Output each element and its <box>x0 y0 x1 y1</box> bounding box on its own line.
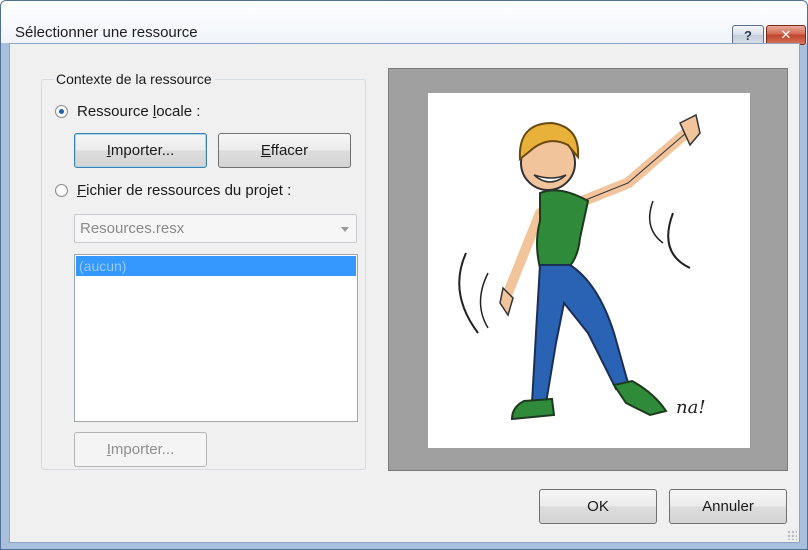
import-project-button[interactable]: Importer... <box>74 432 207 467</box>
ok-button[interactable]: OK <box>539 489 657 524</box>
resource-list[interactable]: (aucun) <box>74 254 358 422</box>
import-button-label: Importer... <box>106 142 175 159</box>
cancel-button[interactable]: Annuler <box>669 489 787 524</box>
radio-checked-icon <box>55 105 68 118</box>
cancel-button-label: Annuler <box>702 498 754 515</box>
dialog-body: Contexte de la ressource Ressource local… <box>9 43 800 543</box>
clear-button-label: Effacer <box>260 142 309 159</box>
import-project-button-label: Importer... <box>106 441 175 458</box>
project-resource-label: Fichier de ressources du projet : <box>77 182 292 199</box>
local-resource-label: Ressource locale : <box>77 103 201 120</box>
radio-unchecked-icon <box>55 184 68 197</box>
svg-text:na!: na! <box>676 397 706 418</box>
help-button[interactable]: ? <box>732 25 764 45</box>
dialog-title: Sélectionner une ressource <box>15 24 198 41</box>
import-button[interactable]: Importer... <box>74 133 207 168</box>
title-bar: Sélectionner une ressource ? ✕ <box>1 1 807 45</box>
chevron-down-icon <box>341 227 349 232</box>
ok-button-label: OK <box>587 498 609 515</box>
image-preview-frame: na! <box>388 68 788 471</box>
resource-context-label: Contexte de la ressource <box>53 71 215 87</box>
clear-button[interactable]: Effacer <box>218 133 351 168</box>
help-icon: ? <box>744 27 752 43</box>
close-button[interactable]: ✕ <box>766 25 806 45</box>
local-resource-radio[interactable]: Ressource locale : <box>55 103 200 120</box>
select-resource-dialog: Sélectionner une ressource ? ✕ Contexte … <box>0 0 808 550</box>
resx-file-combo[interactable]: Resources.resx <box>74 214 357 243</box>
cartoon-dancer-image: na! <box>458 113 706 421</box>
resize-grip[interactable] <box>787 530 797 540</box>
image-preview: na! <box>428 93 750 448</box>
list-item[interactable]: (aucun) <box>76 256 356 276</box>
resx-file-value: Resources.resx <box>80 220 185 237</box>
project-resource-radio[interactable]: Fichier de ressources du projet : <box>55 182 291 199</box>
close-icon: ✕ <box>780 27 792 42</box>
